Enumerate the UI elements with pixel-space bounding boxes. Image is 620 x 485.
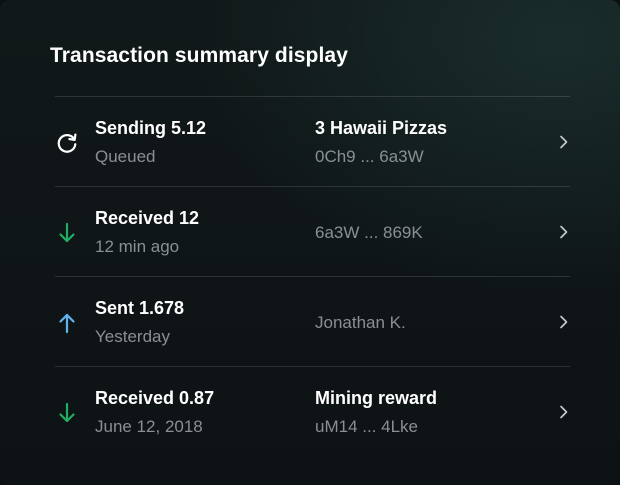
transaction-summary-card: Transaction summary display Sending 5.12…	[0, 0, 620, 485]
transaction-row[interactable]: Sending 5.12 Queued 3 Hawaii Pizzas 0Ch9…	[55, 97, 570, 187]
transaction-time: Yesterday	[95, 327, 170, 346]
counterparty-name: Mining reward	[315, 388, 438, 408]
transaction-row[interactable]: Received 12 12 min ago 6a3W ... 869K	[55, 187, 570, 277]
transaction-row[interactable]: Received 0.87 June 12, 2018 Mining rewar…	[55, 367, 570, 456]
transaction-row[interactable]: Sent 1.678 Yesterday Jonathan K.	[55, 277, 570, 367]
arrow-down-icon	[55, 221, 79, 245]
chevron-right-icon	[558, 315, 570, 329]
transaction-amount: Sending 5.12	[95, 118, 207, 138]
transaction-status: Queued	[95, 147, 156, 166]
counterparty-address: 6a3W ... 869K	[315, 223, 423, 242]
arrow-up-icon	[55, 311, 79, 335]
transaction-amount: Received 0.87	[95, 388, 215, 408]
counterparty-name: 3 Hawaii Pizzas	[315, 118, 448, 138]
card-title: Transaction summary display	[50, 44, 348, 67]
arrow-down-icon	[55, 401, 79, 425]
counterparty-address: uM14 ... 4Lke	[315, 417, 419, 436]
transaction-amount: Sent 1.678	[95, 298, 185, 318]
transaction-date: June 12, 2018	[95, 417, 203, 436]
chevron-right-icon	[558, 225, 570, 239]
counterparty-address: 0Ch9 ... 6a3W	[315, 147, 424, 166]
transaction-amount: Received 12	[95, 208, 200, 228]
counterparty-name: Jonathan K.	[315, 313, 406, 332]
transaction-list: Sending 5.12 Queued 3 Hawaii Pizzas 0Ch9…	[55, 96, 570, 456]
transaction-time: 12 min ago	[95, 237, 180, 256]
chevron-right-icon	[558, 135, 570, 149]
chevron-right-icon	[558, 405, 570, 419]
refresh-icon	[55, 131, 79, 155]
